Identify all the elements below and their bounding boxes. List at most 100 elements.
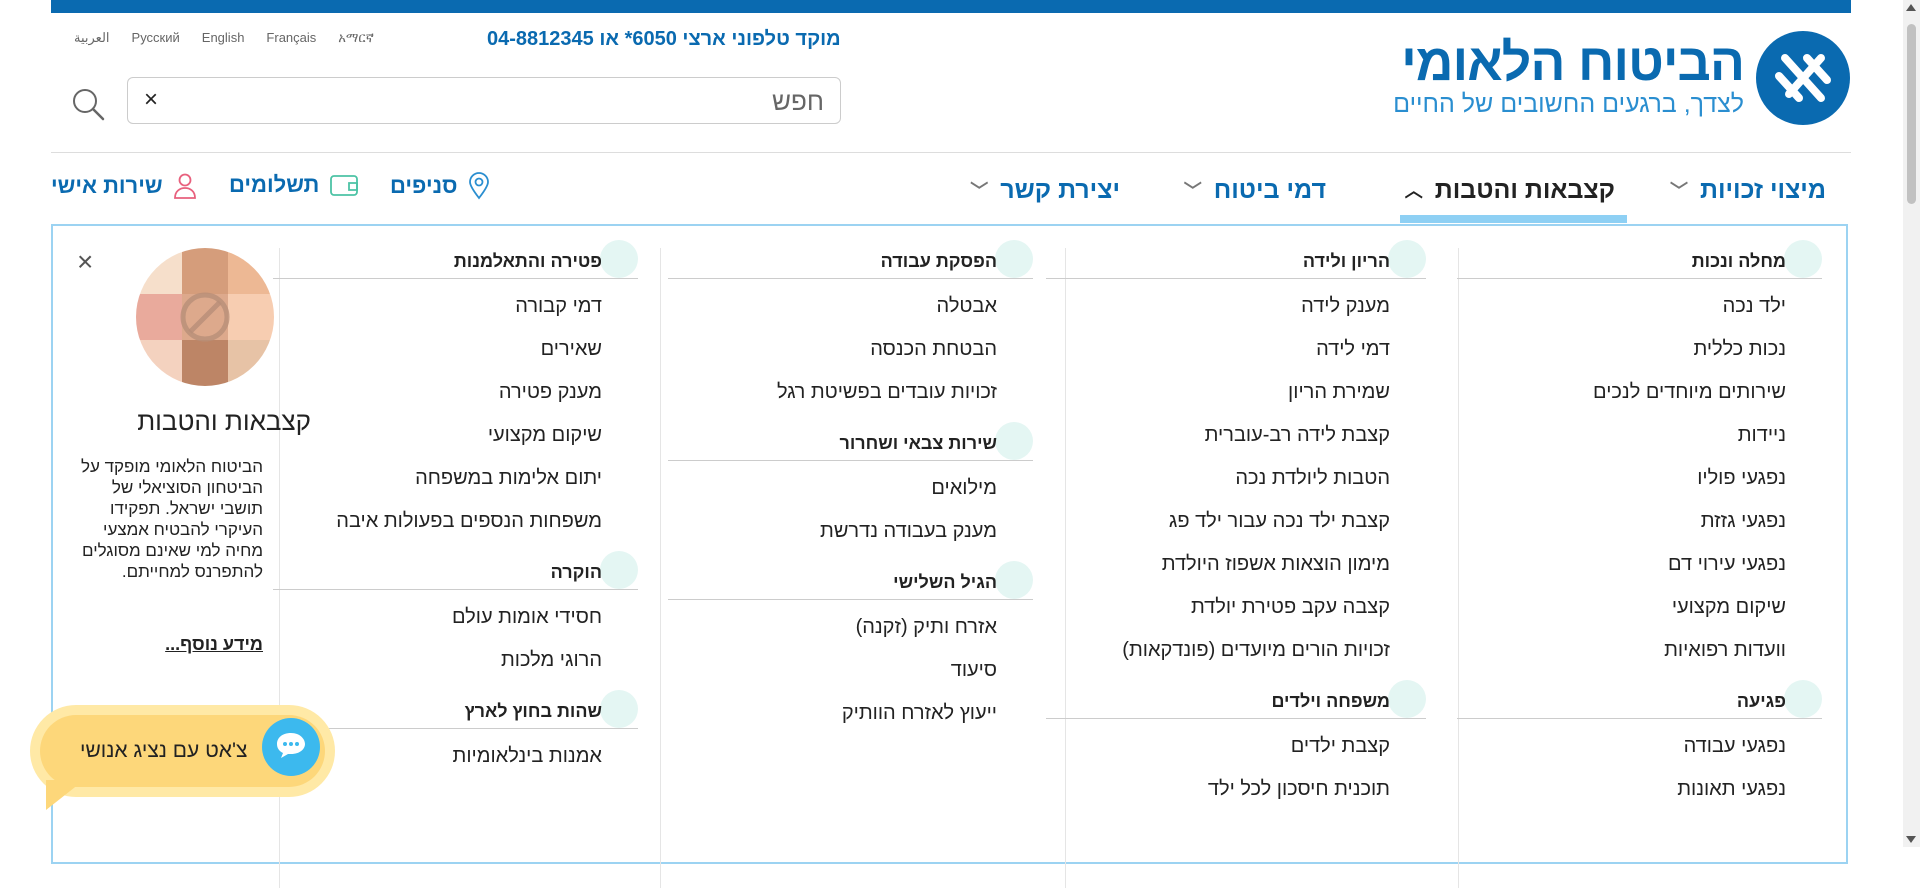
nav-branches[interactable]: סניפים [390, 172, 491, 200]
nav-item-rights[interactable]: מיצוי זכויות ﹀ [1670, 170, 1826, 210]
menu-link[interactable]: זכויות הורים מיועדים (פונדקאות) [1046, 629, 1426, 672]
menu-link[interactable]: דמי לידה [1046, 328, 1426, 371]
search-box: × [127, 77, 841, 124]
logo-tagline: לצדך, ברגעים החשובים של החיים [1393, 90, 1744, 118]
menu-link[interactable]: קצבה עקב פטירת יולדת [1046, 586, 1426, 629]
more-info-link[interactable]: מידע נוסף... [143, 634, 263, 655]
phone-hotline[interactable]: מוקד טלפוני ארצי 6050* או 04-8812345 [487, 28, 841, 51]
menu-link[interactable]: תוכנית חיסכון לכל ילד [1046, 768, 1426, 811]
section-title: שירות צבאי ושחרור [668, 422, 1033, 461]
lang-option[interactable]: English [202, 30, 245, 46]
top-brand-bar [51, 0, 1851, 13]
map-pin-icon [467, 172, 491, 200]
close-menu-button[interactable]: × [77, 246, 93, 278]
nav-personal-service-label: שירות אישי [51, 173, 163, 198]
section-title: הוקרה [273, 551, 638, 590]
scroll-down-arrow[interactable] [1906, 836, 1916, 843]
menu-link[interactable]: הבטחת הכנסה [668, 328, 1033, 371]
chat-label: צ'אט עם נציג אנושי [80, 739, 248, 762]
lang-option[interactable]: Русский [132, 30, 180, 46]
menu-link[interactable]: אזרח ותיק (זקנה) [668, 606, 1033, 649]
logo-emblem-icon [1756, 31, 1850, 125]
nav-item-label: מיצוי זכויות [1700, 175, 1826, 204]
nav-item-contact[interactable]: יצירת קשר ﹀ [970, 170, 1120, 210]
user-icon [173, 172, 197, 200]
active-nav-indicator [1400, 215, 1627, 223]
menu-link[interactable]: חסידי אומות עולם [273, 596, 638, 639]
menu-link[interactable]: הרוגי מלכות [273, 639, 638, 682]
menu-link[interactable]: מענק לידה [1046, 285, 1426, 328]
language-switcher: العربية Русский English Français አማርኛ [74, 30, 374, 46]
menu-link[interactable]: נכות כללית [1457, 328, 1822, 371]
scroll-up-arrow[interactable] [1906, 4, 1916, 11]
menu-link[interactable]: אבטלה [668, 285, 1033, 328]
info-description: הביטוח הלאומי מופקד על הביטחון הסוציאלי … [80, 457, 263, 581]
lang-option[interactable]: العربية [74, 30, 110, 46]
menu-link[interactable]: וועדות רפואיות [1457, 629, 1822, 672]
nav-item-insurance-fees[interactable]: דמי ביטוח ﹀ [1184, 170, 1326, 210]
menu-link[interactable]: מימון הוצאות אשפוז היולדת [1046, 543, 1426, 586]
menu-link[interactable]: דמי קבורה [273, 285, 638, 328]
site-logo[interactable]: הביטוח הלאומי לצדך, ברגעים החשובים של הח… [1393, 30, 1850, 126]
menu-column-4: פטירה והתאלמנות דמי קבורה שאירים מענק פט… [273, 240, 638, 778]
menu-link[interactable]: מילואים [668, 467, 1033, 510]
nav-item-label: קצבאות והטבות [1434, 175, 1615, 204]
nav-payments[interactable]: תשלומים [229, 172, 359, 198]
clear-search-button[interactable]: × [144, 86, 158, 114]
menu-link[interactable]: הטבות ליולדת נכה [1046, 457, 1426, 500]
wallet-icon [329, 173, 359, 197]
menu-link[interactable]: נפגעי פוליו [1457, 457, 1822, 500]
menu-link[interactable]: ניידות [1457, 414, 1822, 457]
section-title: שהות בחוץ לארץ [273, 690, 638, 729]
section-title: הגיל השלישי [668, 561, 1033, 600]
menu-link[interactable]: סיעוד [668, 649, 1033, 692]
chevron-down-icon: ﹀ [970, 181, 989, 201]
menu-link[interactable]: קצבת לידה רב-עוברית [1046, 414, 1426, 457]
chat-bubble-icon [274, 730, 308, 765]
nav-item-label: יצירת קשר [1000, 175, 1120, 204]
nav-personal-service[interactable]: שירות אישי [51, 172, 197, 200]
section-title: פגיעה [1457, 680, 1822, 719]
page-scrollbar[interactable] [1903, 0, 1920, 847]
search-input[interactable] [222, 84, 826, 118]
section-title: משפחה וילדים [1046, 680, 1426, 719]
menu-link[interactable]: מענק פטירה [273, 371, 638, 414]
menu-link[interactable]: נפגעי עבודה [1457, 725, 1822, 768]
logo-title: הביטוח הלאומי [1401, 34, 1745, 92]
menu-link[interactable]: מענק בעבודה נדרשת [668, 510, 1033, 553]
menu-link[interactable]: נפגעי עירוי דם [1457, 543, 1822, 586]
menu-link[interactable]: ילד נכה [1457, 285, 1822, 328]
menu-column-1: מחלה ונכות ילד נכה נכות כללית שירותים מי… [1457, 240, 1822, 811]
menu-link[interactable]: נפגעי תאונות [1457, 768, 1822, 811]
nav-item-benefits[interactable]: קצבאות והטבות ︿ [1405, 170, 1615, 210]
search-icon[interactable] [70, 86, 106, 122]
nav-payments-label: תשלומים [229, 172, 320, 197]
chat-bubble-tail [46, 780, 84, 810]
menu-link[interactable]: נפגעי גזזת [1457, 500, 1822, 543]
chat-open-button[interactable] [262, 718, 320, 776]
nav-item-label: דמי ביטוח [1213, 175, 1326, 204]
menu-link[interactable]: יתום אלימות במשפחה [273, 457, 638, 500]
benefits-image [136, 248, 274, 386]
menu-link[interactable]: שמירת הריון [1046, 371, 1426, 414]
menu-link[interactable]: שיקום מקצועי [1457, 586, 1822, 629]
menu-link[interactable]: קצבת ילד נכה עבור ילד פג [1046, 500, 1426, 543]
menu-link[interactable]: משפחות הנספים בפעולות איבה [273, 500, 638, 543]
menu-link[interactable]: קצבת ילדים [1046, 725, 1426, 768]
section-title: הריון ולידה [1046, 240, 1426, 279]
lang-option[interactable]: አማርኛ [338, 30, 374, 46]
menu-column-3: הפסקת עבודה אבטלה הבטחת הכנסה זכויות עוב… [668, 240, 1033, 735]
section-title: הפסקת עבודה [668, 240, 1033, 279]
menu-link[interactable]: שיקום מקצועי [273, 414, 638, 457]
info-title: קצבאות והטבות [137, 406, 311, 436]
scroll-thumb[interactable] [1907, 24, 1916, 204]
section-title: פטירה והתאלמנות [273, 240, 638, 279]
menu-link[interactable]: ייעוץ לאזרח הוותיק [668, 692, 1033, 735]
menu-link[interactable]: זכויות עובדים בפשיטת רגל [668, 371, 1033, 414]
chevron-down-icon: ﹀ [1183, 181, 1202, 201]
menu-link[interactable]: שאירים [273, 328, 638, 371]
menu-link[interactable]: שירותים מיוחדים לנכים [1457, 371, 1822, 414]
section-title: מחלה ונכות [1457, 240, 1822, 279]
lang-option[interactable]: Français [266, 30, 316, 46]
chevron-down-icon: ﹀ [1670, 181, 1688, 201]
